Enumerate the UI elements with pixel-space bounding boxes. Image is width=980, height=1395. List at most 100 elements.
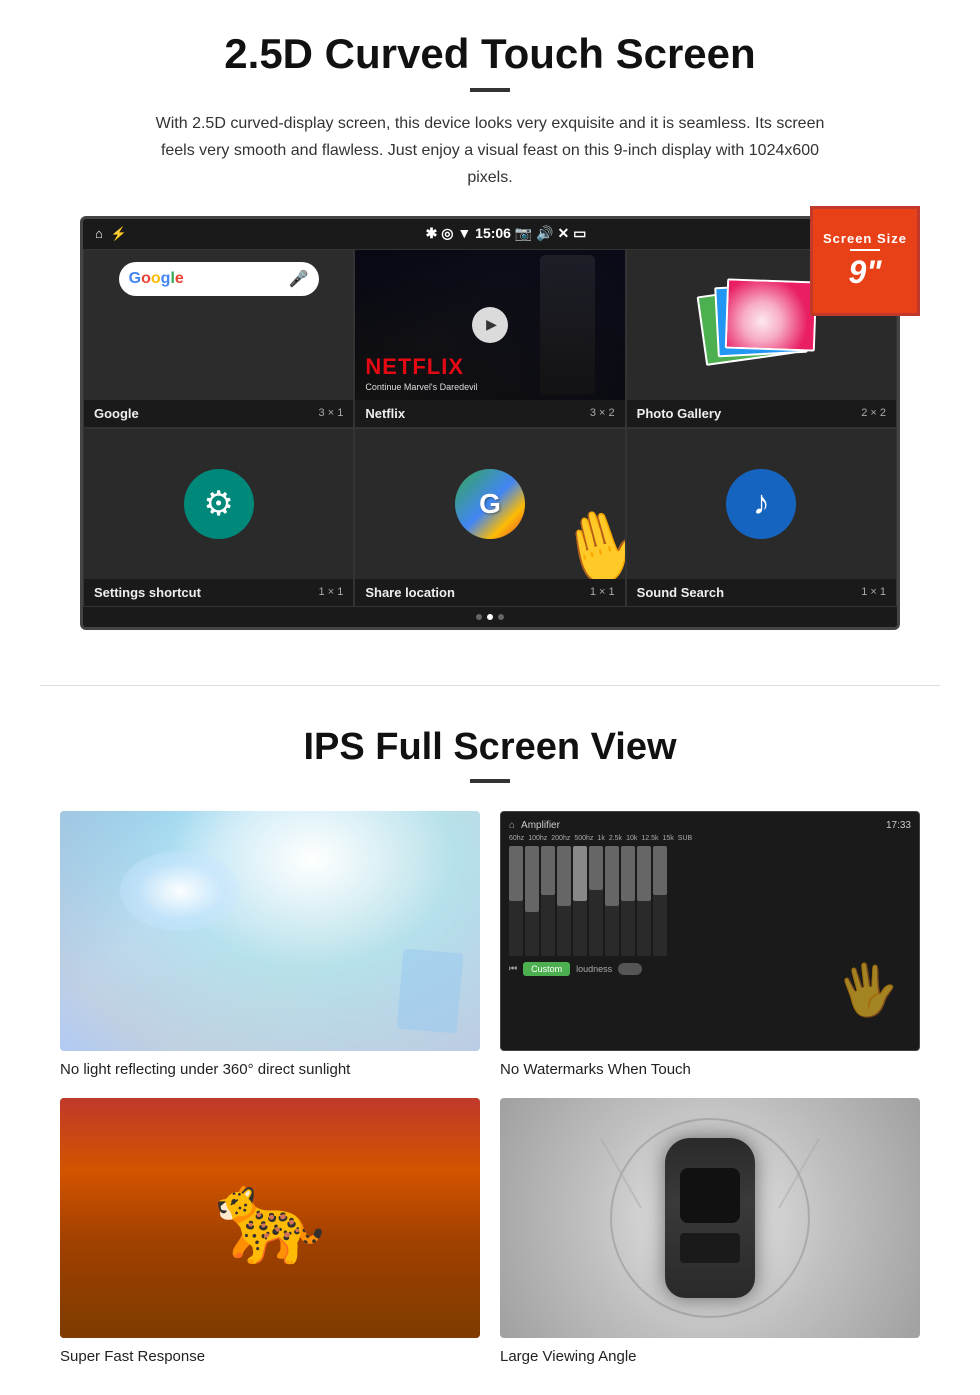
slider-track-4[interactable] — [557, 846, 571, 956]
netflix-app-content: ▶ NETFLIX Continue Marvel's Daredevil — [355, 250, 624, 400]
section1-description: With 2.5D curved-display screen, this de… — [140, 110, 840, 192]
hand-pointing-icon: 🤚 — [548, 497, 624, 579]
google-app-content: Google 🎤 — [84, 250, 353, 400]
netflix-label-row: Netflix 3 × 2 — [355, 400, 624, 427]
custom-button[interactable]: Custom — [523, 962, 570, 976]
slider-fill-3 — [541, 846, 555, 896]
cheetah-emoji: 🐆 — [214, 1165, 326, 1270]
cheetah-label: Super Fast Response — [60, 1348, 480, 1365]
status-bar: ⌂ ⚡ ✱ ◎ ▼ 15:06 📷 🔊 ✕ ▭ — [83, 219, 897, 249]
share-app-content: G 🤚 — [355, 429, 624, 579]
dot-2 — [487, 614, 493, 620]
sound-app-size: 1 × 1 — [861, 586, 886, 598]
wifi-icon: ▼ — [457, 225, 471, 241]
slider-track-3[interactable] — [541, 846, 555, 956]
microphone-icon: 🎤 — [289, 269, 309, 289]
settings-app-content: ⚙ — [84, 429, 353, 579]
sunlight-image — [60, 811, 480, 1051]
badge-size: 9" — [849, 254, 882, 291]
settings-app-size: 1 × 1 — [319, 586, 344, 598]
amp-header: ⌂ Amplifier 17:33 — [509, 820, 911, 831]
settings-icon: ⚙ — [184, 469, 254, 539]
settings-label-row: Settings shortcut 1 × 1 — [84, 579, 353, 606]
cheetah-visual: 🐆 — [60, 1098, 480, 1338]
status-left: ⌂ ⚡ — [95, 226, 127, 242]
sunlight-glow — [120, 851, 240, 931]
freq-100: 100hz — [528, 835, 547, 842]
feature-grid: No light reflecting under 360° direct su… — [60, 811, 920, 1365]
section2-underline — [470, 779, 510, 783]
feature-amplifier: ⌂ Amplifier 17:33 60hz 100hz 200hz 500hz… — [500, 811, 920, 1078]
badge-underline — [850, 249, 880, 251]
slider-fill-2 — [525, 846, 539, 912]
amp-freq-labels: 60hz 100hz 200hz 500hz 1k 2.5k 10k 12.5k… — [509, 835, 911, 842]
freq-60: 60hz — [509, 835, 524, 842]
app-cell-share[interactable]: G 🤚 Share location 1 × 1 — [354, 428, 625, 607]
gallery-label-row: Photo Gallery 2 × 2 — [627, 400, 896, 427]
play-button[interactable]: ▶ — [472, 307, 508, 343]
feature-car: Large Viewing Angle — [500, 1098, 920, 1365]
app-cell-netflix[interactable]: ▶ NETFLIX Continue Marvel's Daredevil Ne… — [354, 249, 625, 428]
slider-fill-4 — [557, 846, 571, 907]
location-icon: ◎ — [441, 225, 453, 241]
slider-fill-9 — [637, 846, 651, 901]
slider-fill-5 — [573, 846, 587, 901]
cheetah-image: 🐆 — [60, 1098, 480, 1338]
freq-12k5: 12.5k — [641, 835, 658, 842]
gear-icon: ⚙ — [203, 484, 233, 524]
loudness-label: loudness — [576, 964, 612, 974]
close-icon: ✕ — [558, 225, 570, 241]
amp-title: Amplifier — [521, 820, 560, 831]
app-grid: Google 🎤 Google 3 × 1 — [83, 249, 897, 607]
sound-search-icon: ♪ — [726, 469, 796, 539]
car-windshield — [680, 1168, 740, 1223]
hand-touch-icon: 🖐 — [832, 956, 904, 1025]
screen-size-badge: Screen Size 9" — [810, 206, 920, 316]
netflix-logo: NETFLIX — [365, 354, 464, 380]
netflix-app-name: Netflix — [365, 406, 405, 421]
google-label-row: Google 3 × 1 — [84, 400, 353, 427]
loudness-toggle[interactable] — [618, 963, 642, 975]
settings-app-name: Settings shortcut — [94, 585, 201, 600]
app-cell-settings[interactable]: ⚙ Settings shortcut 1 × 1 — [83, 428, 354, 607]
slider-track-9[interactable] — [637, 846, 651, 956]
gallery-app-name: Photo Gallery — [637, 406, 722, 421]
pagination-dots — [83, 607, 897, 627]
app-cell-google[interactable]: Google 🎤 Google 3 × 1 — [83, 249, 354, 428]
amp-screen: ⌂ Amplifier 17:33 60hz 100hz 200hz 500hz… — [501, 812, 919, 1050]
play-icon: ▶ — [486, 316, 497, 333]
camera-icon: 📷 — [515, 225, 532, 241]
section-divider — [40, 685, 940, 686]
section1-title: 2.5D Curved Touch Screen — [60, 30, 920, 78]
google-app-size: 3 × 1 — [319, 407, 344, 419]
car-image — [500, 1098, 920, 1338]
status-time: ✱ ◎ ▼ 15:06 📷 🔊 ✕ ▭ — [127, 225, 885, 242]
title-underline — [470, 88, 510, 92]
device-frame: ⌂ ⚡ ✱ ◎ ▼ 15:06 📷 🔊 ✕ ▭ — [80, 216, 900, 630]
slider-track-1[interactable] — [509, 846, 523, 956]
share-app-name: Share location — [365, 585, 455, 600]
amp-time: 17:33 — [886, 820, 911, 831]
slider-fill-10 — [653, 846, 667, 896]
slider-track-7[interactable] — [605, 846, 619, 956]
freq-2k5: 2.5k — [609, 835, 622, 842]
section-curved-screen: 2.5D Curved Touch Screen With 2.5D curve… — [0, 0, 980, 655]
slider-track-10[interactable] — [653, 846, 667, 956]
freq-1k: 1k — [597, 835, 604, 842]
amp-eq-sliders — [509, 846, 911, 956]
sound-app-name: Sound Search — [637, 585, 724, 600]
car-label: Large Viewing Angle — [500, 1348, 920, 1365]
app-cell-sound[interactable]: ♪ Sound Search 1 × 1 — [626, 428, 897, 607]
car-body — [665, 1138, 755, 1298]
freq-15k: 15k — [662, 835, 673, 842]
sunlight-label: No light reflecting under 360° direct su… — [60, 1061, 480, 1078]
slider-track-8[interactable] — [621, 846, 635, 956]
slider-track-6[interactable] — [589, 846, 603, 956]
sound-app-content: ♪ — [627, 429, 896, 579]
home-icon: ⌂ — [95, 226, 103, 241]
slider-track-2[interactable] — [525, 846, 539, 956]
google-app-name: Google — [94, 406, 139, 421]
freq-200: 200hz — [551, 835, 570, 842]
feature-cheetah: 🐆 Super Fast Response — [60, 1098, 480, 1365]
slider-track-5[interactable] — [573, 846, 587, 956]
